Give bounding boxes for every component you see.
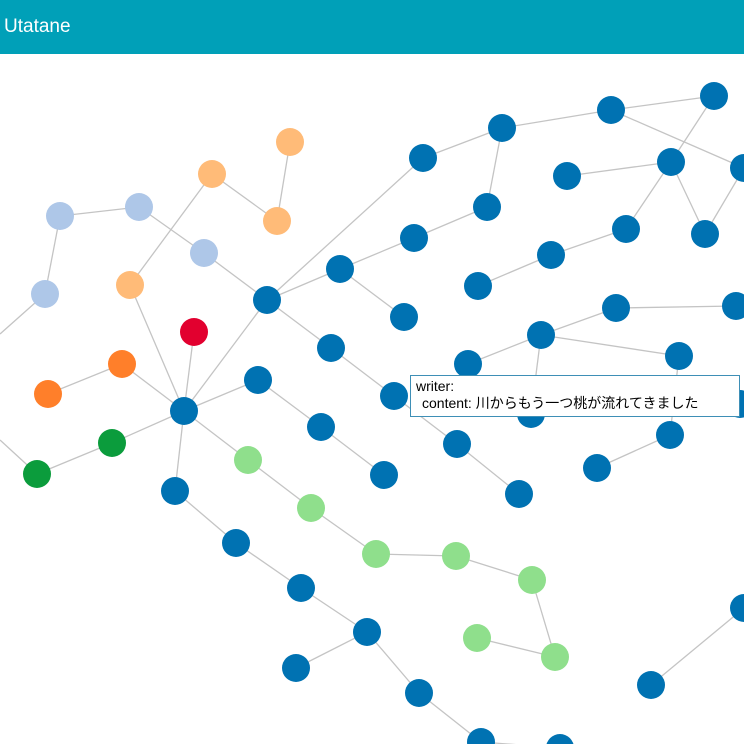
graph-node[interactable] xyxy=(602,294,630,322)
graph-edge xyxy=(540,334,680,357)
graph-edge xyxy=(501,109,612,129)
graph-edge xyxy=(615,305,737,309)
graph-node[interactable] xyxy=(222,529,250,557)
graph-node[interactable] xyxy=(161,477,189,505)
graph-node[interactable] xyxy=(730,154,744,182)
tooltip-content-label: content: xyxy=(422,395,472,411)
graph-node[interactable] xyxy=(597,96,625,124)
graph-node[interactable] xyxy=(263,207,291,235)
graph-node[interactable] xyxy=(546,734,574,744)
graph-node[interactable] xyxy=(380,382,408,410)
graph-node[interactable] xyxy=(244,366,272,394)
graph-edge xyxy=(610,95,715,111)
graph-node[interactable] xyxy=(454,350,482,378)
graph-node[interactable] xyxy=(612,215,640,243)
graph-node[interactable] xyxy=(400,224,428,252)
graph-node[interactable] xyxy=(443,430,471,458)
graph-edge xyxy=(129,284,185,412)
graph-node[interactable] xyxy=(297,494,325,522)
app-title: Utatane xyxy=(4,16,71,37)
graph-node[interactable] xyxy=(656,421,684,449)
graph-edge xyxy=(566,161,672,177)
graph-node[interactable] xyxy=(583,454,611,482)
graph-node[interactable] xyxy=(657,148,685,176)
graph-node[interactable] xyxy=(282,654,310,682)
graph-node[interactable] xyxy=(362,540,390,568)
graph-node[interactable] xyxy=(307,413,335,441)
graph-edge xyxy=(650,607,744,686)
graph-node[interactable] xyxy=(488,114,516,142)
graph-node[interactable] xyxy=(464,272,492,300)
graph-node[interactable] xyxy=(442,542,470,570)
graph-node[interactable] xyxy=(253,286,281,314)
graph-node[interactable] xyxy=(170,397,198,425)
graph-node[interactable] xyxy=(125,193,153,221)
graph-node[interactable] xyxy=(518,566,546,594)
graph-node[interactable] xyxy=(409,144,437,172)
graph-node[interactable] xyxy=(541,643,569,671)
tooltip-writer-label: writer: xyxy=(416,378,455,394)
graph-node[interactable] xyxy=(405,679,433,707)
graph-node[interactable] xyxy=(234,446,262,474)
graph-node[interactable] xyxy=(180,318,208,346)
graph-node[interactable] xyxy=(108,350,136,378)
node-tooltip: writer: content: 川からもう一つ桃が流れてきました xyxy=(410,375,740,417)
app-header: Utatane xyxy=(0,0,744,54)
graph-node[interactable] xyxy=(537,241,565,269)
graph-node[interactable] xyxy=(390,303,418,331)
graph-node[interactable] xyxy=(370,461,398,489)
graph-node[interactable] xyxy=(467,728,495,744)
graph-node[interactable] xyxy=(527,321,555,349)
tooltip-content-row: content: 川からもう一つ桃が流れてきました xyxy=(416,395,739,412)
graph-node[interactable] xyxy=(98,429,126,457)
graph-node[interactable] xyxy=(317,334,345,362)
graph-edge xyxy=(183,299,268,412)
graph-node[interactable] xyxy=(637,671,665,699)
graph-node[interactable] xyxy=(326,255,354,283)
graph-node[interactable] xyxy=(700,82,728,110)
graph-node[interactable] xyxy=(276,128,304,156)
graph-node[interactable] xyxy=(190,239,218,267)
graph-node[interactable] xyxy=(553,162,581,190)
graph-node[interactable] xyxy=(665,342,693,370)
graph-node[interactable] xyxy=(353,618,381,646)
graph-node[interactable] xyxy=(34,380,62,408)
graph-node[interactable] xyxy=(23,460,51,488)
graph-node[interactable] xyxy=(473,193,501,221)
graph-node[interactable] xyxy=(691,220,719,248)
graph-node[interactable] xyxy=(116,271,144,299)
graph-node[interactable] xyxy=(46,202,74,230)
graph-edges xyxy=(0,95,744,744)
graph-node[interactable] xyxy=(722,292,744,320)
graph-node[interactable] xyxy=(198,160,226,188)
graph-node[interactable] xyxy=(31,280,59,308)
graph-node[interactable] xyxy=(463,624,491,652)
tooltip-content-value: 川からもう一つ桃が流れてきました xyxy=(475,395,699,411)
graph-node[interactable] xyxy=(287,574,315,602)
graph-node[interactable] xyxy=(505,480,533,508)
